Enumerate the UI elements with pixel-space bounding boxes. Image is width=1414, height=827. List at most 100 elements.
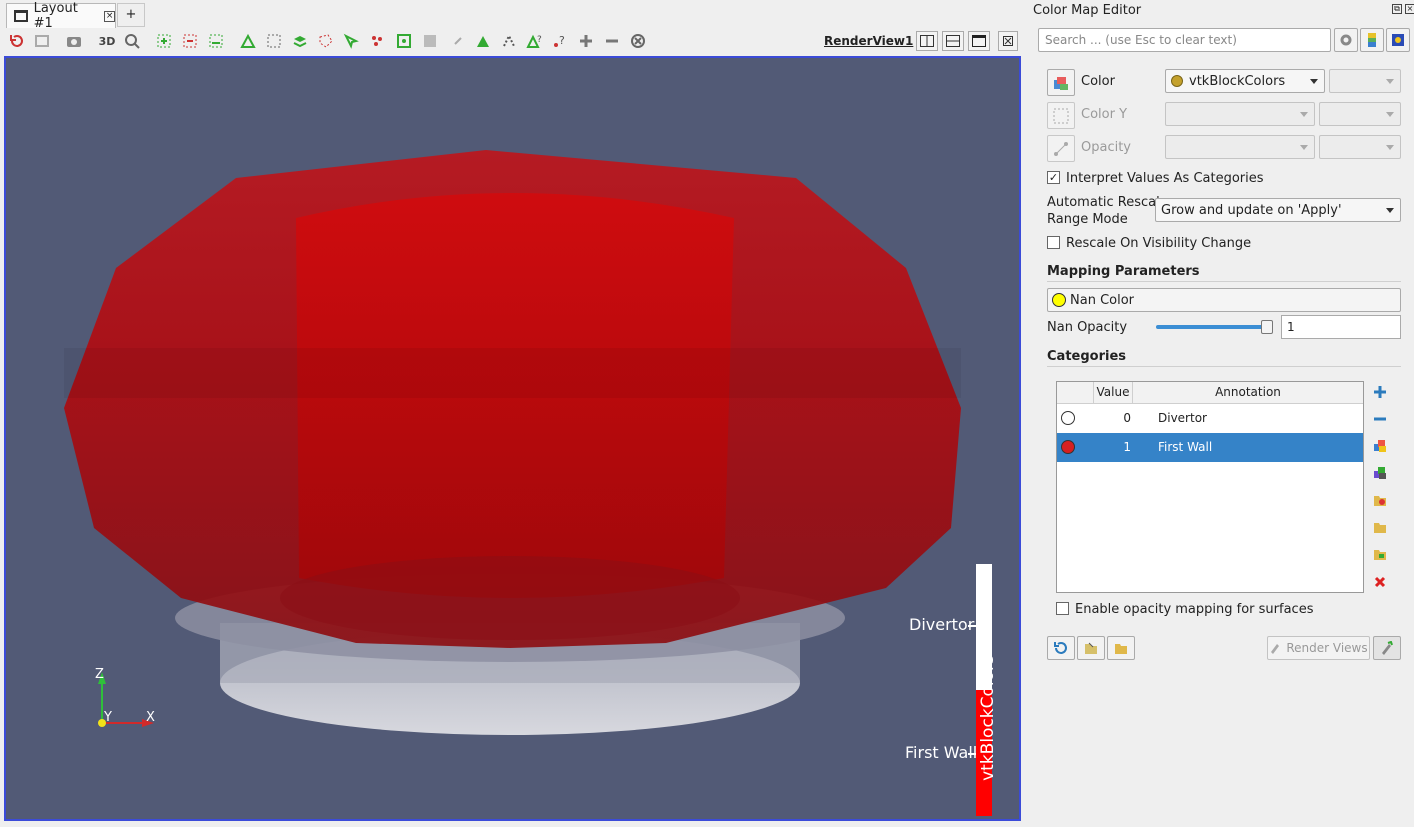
axis-label-x: X: [146, 710, 155, 725]
axis-label-z: Z: [95, 667, 104, 682]
save-preset-icon[interactable]: [1369, 516, 1391, 538]
help-icon[interactable]: [1386, 28, 1410, 52]
nan-opacity-input[interactable]: 1: [1281, 315, 1401, 339]
row-color-swatch[interactable]: [1061, 440, 1075, 454]
color-y-label: Color Y: [1081, 107, 1128, 122]
color-array-value: vtkBlockColors: [1189, 73, 1286, 89]
nan-opacity-label: Nan Opacity: [1047, 320, 1128, 335]
header-annotation[interactable]: Annotation: [1133, 382, 1363, 404]
add-icon[interactable]: [577, 32, 595, 50]
split-vertical-icon[interactable]: [942, 31, 964, 51]
split-horizontal-icon[interactable]: [916, 31, 938, 51]
color-component-select[interactable]: [1329, 69, 1401, 93]
layout-tab-title: Layout #1: [33, 1, 78, 31]
rotate-center-icon[interactable]: ?: [525, 32, 543, 50]
search-input[interactable]: Search ... (use Esc to clear text): [1038, 28, 1331, 52]
row-annotation[interactable]: Divertor: [1158, 404, 1207, 433]
window-icon: [14, 10, 28, 22]
auto-rescale-value: Grow and update on 'Apply': [1161, 202, 1342, 218]
view-toolbar: 3D ? ? RenderView1: [0, 28, 1026, 55]
select-points-on-icon[interactable]: [181, 32, 199, 50]
add-visible-values-icon[interactable]: [1369, 462, 1391, 484]
render-view[interactable]: Z Y X Divertor First Wall vtkBlockColors: [4, 56, 1021, 821]
interactive-select-icon[interactable]: [342, 32, 360, 50]
add-category-icon[interactable]: [1369, 381, 1391, 403]
mapping-separator: [1047, 281, 1401, 282]
reset-camera-closest-icon[interactable]: [33, 32, 51, 50]
refresh-icon[interactable]: [1047, 636, 1075, 660]
remove-category-icon[interactable]: [1369, 408, 1391, 430]
row-value[interactable]: 0: [1094, 404, 1131, 433]
categories-table[interactable]: Value Annotation 0 Divertor 1 First Wall: [1056, 381, 1364, 593]
panel-title: Color Map Editor: [1033, 3, 1142, 18]
hover-points-icon[interactable]: [368, 32, 386, 50]
render-views-label: Render Views: [1286, 641, 1368, 655]
show-center-icon[interactable]: [474, 32, 492, 50]
color-y-component-select: [1319, 102, 1401, 126]
tokamak-model[interactable]: [6, 58, 1019, 819]
table-row[interactable]: 1 First Wall: [1057, 433, 1363, 462]
rescale-visibility-checkbox[interactable]: [1047, 236, 1060, 249]
auto-render-toggle-icon[interactable]: [1373, 636, 1401, 660]
toggle-3d-button[interactable]: 3D: [97, 32, 117, 50]
row-value[interactable]: 1: [1094, 433, 1131, 462]
reset-center-icon[interactable]: [500, 32, 518, 50]
auto-rescale-label-2: Range Mode: [1047, 212, 1128, 227]
select-block-icon[interactable]: [291, 32, 309, 50]
color-palette-icon[interactable]: [1360, 28, 1384, 52]
nan-color-button[interactable]: Nan Color: [1047, 288, 1401, 312]
color-array-select[interactable]: vtkBlockColors: [1165, 69, 1325, 93]
color-y-icon: [1047, 102, 1075, 129]
render-icon: [1271, 644, 1280, 654]
reset-camera-icon[interactable]: [8, 32, 26, 50]
layout-tab[interactable]: Layout #1 ×: [6, 1, 116, 31]
save-as-default-icon[interactable]: [1077, 636, 1105, 660]
select-cells-through-icon[interactable]: [239, 32, 257, 50]
header-value[interactable]: Value: [1094, 382, 1133, 404]
color-edit-icon[interactable]: [1047, 69, 1075, 96]
remove-icon[interactable]: [603, 32, 621, 50]
select-points-through-icon[interactable]: [265, 32, 283, 50]
select-cells-on-icon[interactable]: [155, 32, 173, 50]
gear-icon[interactable]: [1334, 28, 1358, 52]
render-views-button[interactable]: Render Views: [1267, 636, 1370, 660]
pick-center-icon[interactable]: [449, 32, 467, 50]
opacity-mapping-checkbox[interactable]: [1056, 602, 1069, 615]
grow-selection-icon[interactable]: [395, 32, 413, 50]
load-preset-icon[interactable]: [1369, 543, 1391, 565]
restore-defaults-icon[interactable]: [1107, 636, 1135, 660]
row-annotation[interactable]: First Wall: [1158, 433, 1212, 462]
close-view-icon[interactable]: [998, 31, 1018, 51]
table-row[interactable]: 0 Divertor: [1057, 404, 1363, 433]
opacity-component-select: [1319, 135, 1401, 159]
shrink-selection-icon[interactable]: [421, 32, 439, 50]
row-color-swatch[interactable]: [1061, 411, 1075, 425]
query-icon[interactable]: ?: [551, 32, 569, 50]
zoom-to-box-icon[interactable]: [123, 32, 141, 50]
add-layout-button[interactable]: +: [117, 3, 145, 27]
nan-opacity-slider-track[interactable]: [1156, 325, 1268, 329]
auto-rescale-select[interactable]: Grow and update on 'Apply': [1155, 198, 1401, 222]
add-active-values-icon[interactable]: [1369, 435, 1391, 457]
close-panel-icon[interactable]: ×: [1405, 4, 1414, 14]
select-frustum-icon[interactable]: [207, 32, 225, 50]
clear-selection-icon[interactable]: [629, 32, 647, 50]
maximize-icon[interactable]: [968, 31, 990, 51]
header-color[interactable]: [1057, 382, 1094, 404]
core-bottom-ring: [280, 556, 740, 640]
screenshot-icon[interactable]: [65, 32, 83, 50]
legend-label-divertor: Divertor: [909, 615, 975, 634]
categories-separator: [1047, 366, 1401, 367]
delete-category-icon[interactable]: [1369, 571, 1391, 593]
select-polygon-icon[interactable]: [317, 32, 335, 50]
interpret-categories-checkbox[interactable]: ✓: [1047, 171, 1060, 184]
svg-text:?: ?: [537, 35, 542, 45]
choose-preset-icon[interactable]: [1369, 489, 1391, 511]
float-panel-icon[interactable]: ⧉: [1392, 4, 1402, 14]
close-tab-icon[interactable]: ×: [104, 10, 115, 22]
color-map-editor-panel: Color Map Editor ⧉ × Search ... (use Esc…: [1028, 0, 1414, 827]
array-icon: [1171, 75, 1183, 87]
auto-rescale-label-1: Automatic Rescale: [1047, 195, 1168, 210]
render-view-label[interactable]: RenderView1: [824, 34, 913, 48]
nan-opacity-slider-handle[interactable]: [1261, 320, 1273, 334]
